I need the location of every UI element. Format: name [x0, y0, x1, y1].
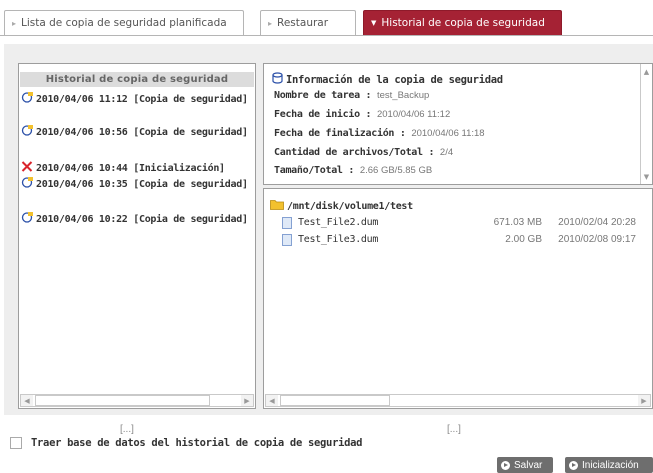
history-header: Historial de copia de seguridad [20, 72, 254, 87]
info-row-end-date: Fecha de finalización : 2010/04/06 11:18 [274, 128, 485, 139]
file-icon [282, 217, 292, 229]
save-button[interactable]: Salvar [497, 457, 553, 473]
import-history-db-label: Traer base de datos del historial de cop… [31, 437, 363, 449]
file-size: 2.00 GB [505, 234, 542, 245]
file-list-panel: /mnt/disk/volume1/test Test_File2.dum 67… [263, 188, 653, 409]
scroll-right-icon[interactable]: ▶ [241, 395, 253, 406]
file-size: 671.03 MB [493, 217, 542, 228]
folder-icon [270, 200, 284, 210]
info-label: Tamaño/Total : [274, 165, 355, 176]
backup-info-panel: Información de la copia de seguridad Nom… [263, 63, 653, 185]
info-label: Fecha de inicio : [274, 109, 372, 120]
main-area: Historial de copia de seguridad 2010/04/… [4, 44, 653, 415]
file-row[interactable]: Test_File3.dum 2.00 GB 2010/02/08 09:17 [282, 234, 642, 248]
initialize-button[interactable]: Inicialización [565, 457, 653, 473]
info-value: test_Backup [376, 90, 430, 101]
import-history-db-checkbox[interactable] [10, 437, 22, 449]
history-item[interactable]: 2010/04/06 10:22 [Copia de seguridad] [21, 212, 253, 226]
info-label: Cantidad de archivos/Total : [274, 147, 435, 158]
backup-icon [21, 212, 33, 223]
history-item-text: 2010/04/06 10:35 [Copia de seguridad] [36, 179, 248, 190]
tab-label: Historial de copia de seguridad [381, 17, 545, 29]
file-date: 2010/02/08 09:17 [558, 234, 636, 245]
info-row-task-name: Nombre de tarea : test_Backup [274, 90, 429, 101]
folder-row[interactable]: /mnt/disk/volume1/test [270, 199, 413, 212]
chevron-right-icon: ▸ [12, 18, 17, 28]
info-title: Información de la copia de seguridad [272, 72, 503, 86]
history-item[interactable]: 2010/04/06 11:12 [Copia de seguridad] [21, 92, 253, 106]
history-item-text: 2010/04/06 11:12 [Copia de seguridad] [36, 94, 248, 105]
files-horizontal-scrollbar[interactable]: ◀ ▶ [265, 394, 651, 407]
info-row-file-count: Cantidad de archivos/Total : 2/4 [274, 147, 453, 158]
file-name: Test_File3.dum [298, 234, 379, 245]
info-label: Nombre de tarea : [274, 90, 372, 101]
tab-backup-history[interactable]: ▼ Historial de copia de seguridad [363, 10, 562, 35]
file-date: 2010/02/04 20:28 [558, 217, 636, 228]
info-title-text: Información de la copia de seguridad [286, 74, 503, 86]
backup-icon [21, 92, 33, 103]
history-item-text: 2010/04/06 10:44 [Inicialización] [36, 163, 225, 174]
chevron-right-icon: ▸ [268, 18, 273, 28]
scroll-thumb[interactable] [280, 395, 390, 406]
scroll-up-icon[interactable]: ▲ [641, 66, 652, 77]
initialize-button-label: Inicialización [582, 459, 639, 471]
chevron-down-icon: ▼ [371, 19, 377, 27]
history-item-text: 2010/04/06 10:22 [Copia de seguridad] [36, 214, 248, 225]
file-row[interactable]: Test_File2.dum 671.03 MB 2010/02/04 20:2… [282, 217, 642, 231]
file-name: Test_File2.dum [298, 217, 379, 228]
scroll-left-icon[interactable]: ◀ [21, 395, 33, 406]
info-row-start-date: Fecha de inicio : 2010/04/06 11:12 [274, 109, 450, 120]
error-x-icon [21, 161, 33, 172]
info-label: Fecha de finalización : [274, 128, 406, 139]
history-item[interactable]: 2010/04/06 10:44 [Inicialización] [21, 161, 253, 175]
play-circle-icon [501, 460, 510, 470]
files-more-link[interactable]: [...] [447, 424, 461, 435]
history-item[interactable]: 2010/04/06 10:56 [Copia de seguridad] [21, 125, 253, 139]
info-value: 2010/04/06 11:12 [376, 109, 451, 120]
save-button-label: Salvar [514, 459, 543, 471]
scroll-down-icon[interactable]: ▼ [641, 171, 652, 182]
backup-icon [21, 177, 33, 188]
backup-icon [272, 72, 283, 84]
file-icon [282, 234, 292, 246]
tab-underline [0, 35, 653, 36]
scroll-right-icon[interactable]: ▶ [638, 395, 650, 406]
history-horizontal-scrollbar[interactable]: ◀ ▶ [20, 394, 254, 407]
info-value: 2010/04/06 11:18 [411, 128, 485, 139]
history-more-link[interactable]: [...] [120, 424, 134, 435]
history-panel: Historial de copia de seguridad 2010/04/… [18, 63, 256, 409]
history-item[interactable]: 2010/04/06 10:35 [Copia de seguridad] [21, 177, 253, 191]
tab-label: Lista de copia de seguridad planificada [21, 17, 227, 29]
tab-restore[interactable]: ▸ Restaurar [260, 10, 356, 35]
tab-scheduled-backups[interactable]: ▸ Lista de copia de seguridad planificad… [4, 10, 244, 35]
info-value: 2/4 [439, 147, 454, 158]
history-item-text: 2010/04/06 10:56 [Copia de seguridad] [36, 127, 248, 138]
scroll-thumb[interactable] [35, 395, 210, 406]
tab-label: Restaurar [277, 17, 329, 29]
backup-icon [21, 125, 33, 136]
scroll-left-icon[interactable]: ◀ [266, 395, 278, 406]
folder-path: /mnt/disk/volume1/test [287, 201, 413, 212]
info-vertical-scrollbar[interactable]: ▲ ▼ [640, 64, 652, 184]
info-value: 2.66 GB/5.85 GB [359, 165, 433, 176]
play-circle-icon [569, 460, 578, 470]
info-row-size: Tamaño/Total : 2.66 GB/5.85 GB [274, 165, 432, 176]
